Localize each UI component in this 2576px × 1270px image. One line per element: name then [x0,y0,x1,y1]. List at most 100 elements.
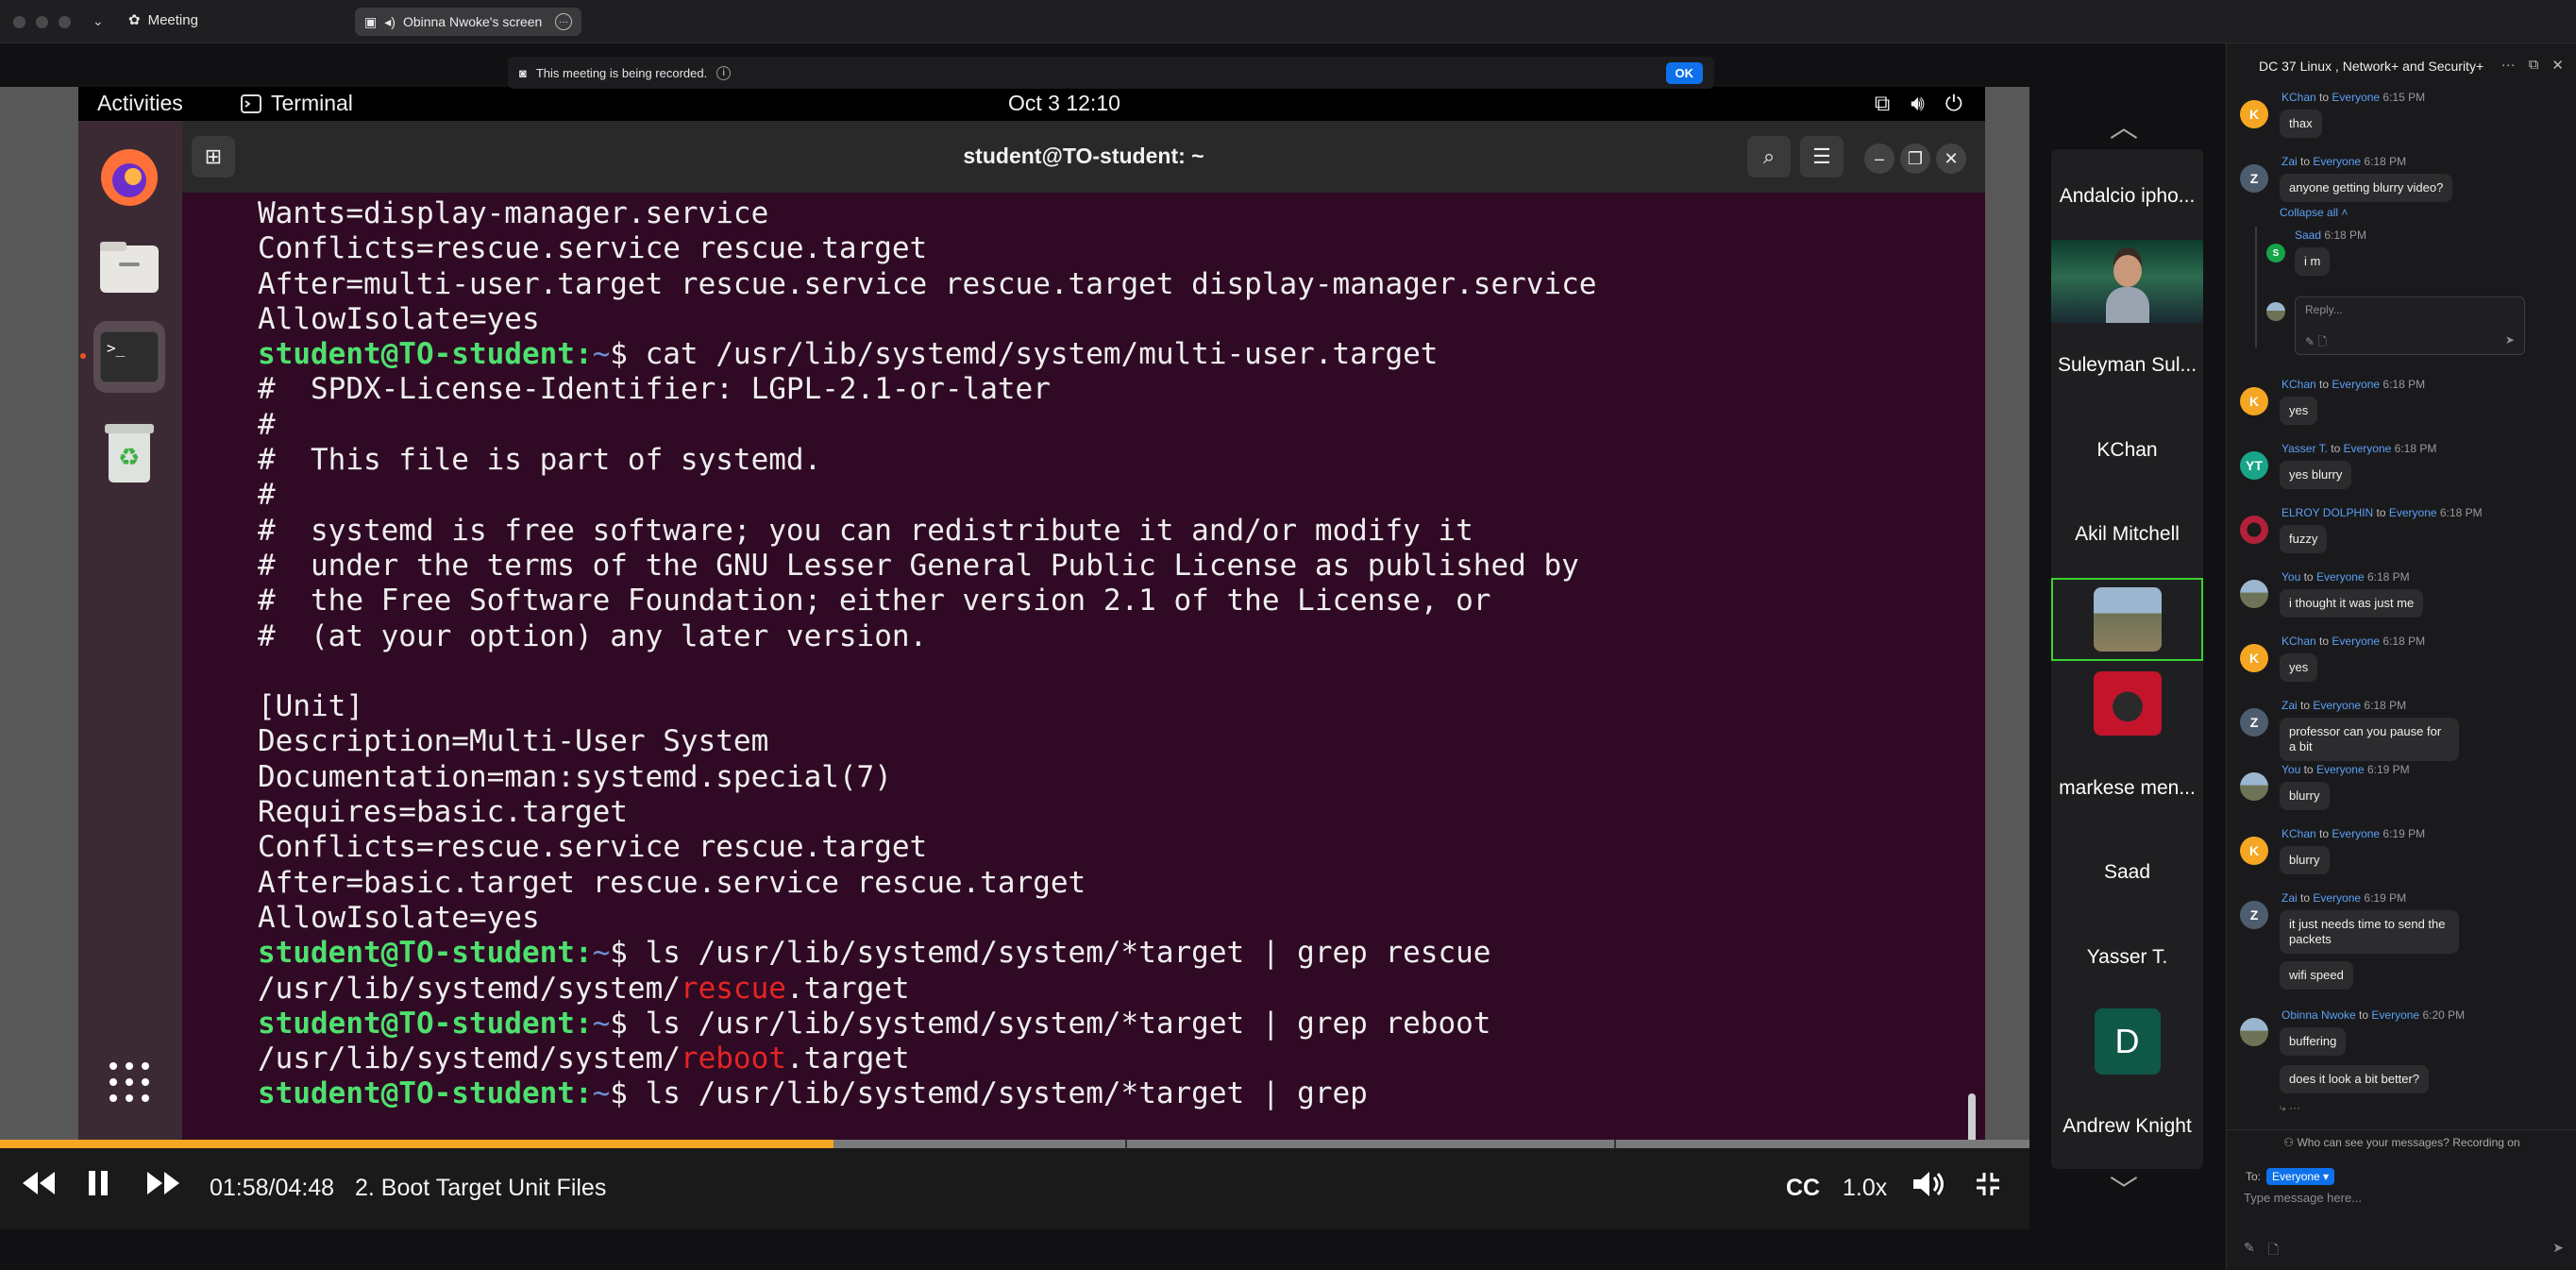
files-icon[interactable] [93,230,165,302]
activities-button[interactable]: Activities [97,91,183,116]
sender-name[interactable]: ELROY DOLPHIN [2281,506,2373,519]
show-apps-icon[interactable] [93,1046,165,1118]
clock[interactable]: Oct 3 12:10 [1008,91,1120,116]
pause-icon[interactable] [87,1169,109,1197]
terminal-window[interactable]: ⊞ student@TO-student: ~ ⌕ ☰ – ❐ ✕ Wants=… [182,121,1985,1165]
message-bubble[interactable]: yes [2280,653,2318,682]
close-chat-icon[interactable]: ✕ [2551,57,2564,74]
gallery-down-arrow[interactable]: ﹀ [2110,1167,2138,1209]
terminal-dock-icon[interactable]: >_ [93,321,165,393]
recipient-dropdown[interactable]: Everyone ▾ [2266,1168,2335,1185]
participant-tile[interactable]: Andrew Knight [2051,1085,2203,1168]
format-icon[interactable]: ✎ [2244,1240,2255,1262]
sender-name[interactable]: KChan [2281,635,2316,648]
sender-name[interactable]: KChan [2281,91,2316,104]
system-tray[interactable]: ⧉ 🔊︎ ⏻ [1875,91,1962,116]
message-bubble[interactable]: thax [2280,110,2322,138]
sender-name[interactable]: Zai [2281,699,2298,712]
rewind-icon[interactable] [19,1169,57,1197]
participant-tile[interactable]: markese men... [2051,747,2203,830]
message-bubble[interactable]: wifi speed [2280,961,2353,990]
participant-tile[interactable]: KChan [2051,409,2203,492]
participant-tile[interactable] [2051,239,2203,323]
shared-screen-tab[interactable]: ▣ ◂) Obinna Nwoke's screen ··· [355,8,581,36]
avatar-face [2113,254,2142,287]
prompt-path: ~ [592,1076,611,1111]
collapse-all-link[interactable]: Collapse all ˄ [2280,206,2348,219]
playback-progress[interactable] [0,1140,2029,1148]
more-icon[interactable]: ··· [2501,57,2516,74]
participant-tile[interactable]: Yasser T. [2051,916,2203,999]
participant-tile[interactable]: Andalcio ipho... [2051,155,2203,238]
trash-icon[interactable]: ♻ [93,417,165,489]
terminal-output[interactable]: Wants=display-manager.service Conflicts=r… [258,196,1957,1141]
reply-input[interactable]: Reply... ✎ 🗋︎ ➤ [2295,296,2525,355]
captions-button[interactable]: CC [1786,1175,1820,1202]
restore-icon[interactable]: ❐ [1900,144,1930,174]
app-name: Meeting [147,11,198,28]
paw-icon: ✿ [128,12,141,28]
exit-fullscreen-icon[interactable] [1973,1169,2003,1199]
message-bubble[interactable]: fuzzy [2280,525,2328,553]
message-bubble[interactable]: blurry [2280,782,2330,810]
message-bubble[interactable]: yes [2280,397,2318,425]
close-icon[interactable]: ✕ [1936,144,1966,174]
popout-icon[interactable]: ⧉ [2529,57,2539,74]
search-icon[interactable]: ⌕ [1747,136,1791,178]
close-window-button[interactable] [13,16,25,28]
participant-tile[interactable]: Akil Mitchell [2051,493,2203,576]
message-bubble[interactable]: it just needs time to send the packets [2280,910,2459,954]
message-bubble[interactable]: professor can you pause for a bit [2280,718,2459,761]
message-meta: KChan to Everyone 6:15 PM [2281,91,2425,104]
fast-forward-icon[interactable] [145,1169,183,1197]
volume-icon[interactable] [1911,1169,1948,1199]
thread-line [2255,227,2257,347]
sender-name[interactable]: You [2281,763,2300,776]
terminal-line: /usr/lib/systemd/system/rescue.target [258,972,1957,1007]
participant-tile[interactable]: D [2051,1000,2203,1083]
message-bubble[interactable]: yes blurry [2280,461,2352,489]
gallery-up-arrow[interactable]: ︿ [2110,104,2138,145]
output-path: /usr/lib/systemd/system/ [258,971,681,1006]
message-input[interactable]: Type message here... [2244,1191,2565,1215]
sender-name[interactable]: KChan [2281,378,2316,391]
firefox-icon[interactable] [93,142,165,213]
message-actions[interactable]: ⤷ ··· [2280,1101,2300,1115]
shell-prompt: student@TO-student: [258,337,593,372]
format-icon[interactable]: ✎ 🗋︎ [2305,333,2327,353]
message-bubble[interactable]: anyone getting blurry video? [2280,174,2453,202]
sender-name[interactable]: Obinna Nwoke [2281,1008,2356,1022]
participant-tile[interactable] [2051,577,2203,661]
sender-name[interactable]: KChan [2281,827,2316,840]
who-can-see-link[interactable]: ⚇ Who can see your messages? Recording o… [2227,1136,2576,1149]
chat-footer: ⚇ Who can see your messages? Recording o… [2227,1129,2576,1270]
menu-icon[interactable]: ☰ [1800,136,1844,178]
speed-button[interactable]: 1.0x [1843,1175,1887,1202]
reply-bubble[interactable]: i m [2295,247,2331,276]
sender-name[interactable]: Yasser T. [2281,442,2328,455]
reply-sender[interactable]: Saad [2295,229,2321,242]
send-icon[interactable]: ➤ [2505,333,2515,347]
info-icon[interactable]: i [716,65,732,80]
terminal-app-menu[interactable]: Terminal [241,91,353,116]
message-bubble[interactable]: does it look a bit better? [2280,1065,2430,1093]
message-bubble[interactable]: blurry [2280,846,2330,874]
participant-tile[interactable]: Suleyman Sul... [2051,324,2203,407]
file-icon[interactable]: 🗋︎ [2268,1240,2279,1262]
message-bubble[interactable]: buffering [2280,1027,2347,1056]
participant-tile[interactable]: Saad [2051,831,2203,914]
message-bubble[interactable]: i thought it was just me [2280,589,2424,618]
zoom-window-button[interactable] [59,16,71,28]
participant-tile[interactable] [2051,662,2203,745]
sender-name[interactable]: Zai [2281,155,2298,168]
more-options-icon[interactable]: ··· [555,13,572,30]
participant-avatar-image [2093,586,2162,652]
sender-name[interactable]: You [2281,570,2300,584]
send-icon[interactable]: ➤ [2552,1240,2564,1256]
chevron-down-icon[interactable]: ⌄ [93,13,104,29]
minimize-icon[interactable]: – [1864,144,1894,174]
ok-button[interactable]: OK [1665,61,1703,84]
sender-name[interactable]: Zai [2281,891,2298,905]
minimize-window-button[interactable] [36,16,48,28]
app-menu[interactable]: ✿ Meeting [128,11,198,29]
